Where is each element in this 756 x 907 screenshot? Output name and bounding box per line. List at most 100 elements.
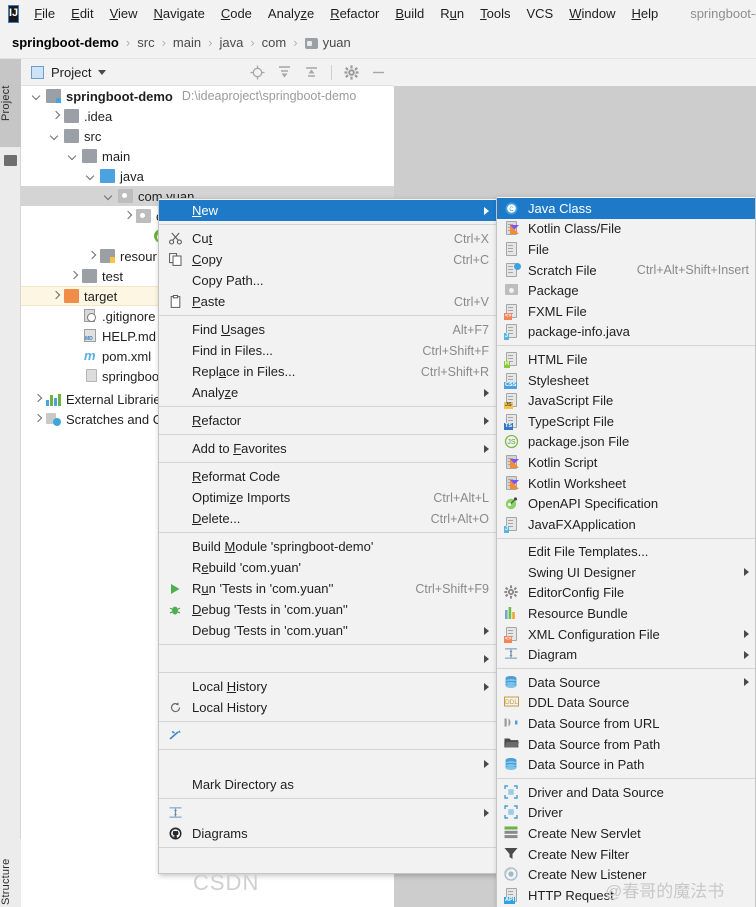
submenu-item-stylesheet[interactable]: CSS Stylesheet: [497, 370, 755, 391]
submenu-item-scratch-file[interactable]: Scratch File Ctrl+Alt+Shift+Insert: [497, 260, 755, 281]
context-menu-item-find-usages[interactable]: Find Usages Alt+F7: [159, 319, 497, 340]
submenu-item-kotlin-script[interactable]: Kotlin Script: [497, 452, 755, 473]
submenu-item-create-new-servlet[interactable]: Create New Servlet: [497, 823, 755, 844]
submenu-item-resource-bundle[interactable]: Resource Bundle: [497, 603, 755, 624]
submenu-item-data-source[interactable]: Data Source: [497, 672, 755, 693]
expand-all-icon[interactable]: [277, 65, 292, 80]
submenu-item-xml-configuration-file[interactable]: <> XML Configuration File: [497, 624, 755, 645]
tool-window-button-structure[interactable]: Structure: [0, 839, 21, 907]
context-menu-item-copy[interactable]: Copy Ctrl+C: [159, 249, 497, 270]
chevron-closed-icon[interactable]: [33, 395, 42, 404]
context-menu-item-cut[interactable]: Cut Ctrl+X: [159, 228, 497, 249]
chevron-closed-icon[interactable]: [123, 212, 132, 221]
tree-row-java[interactable]: java: [21, 166, 394, 186]
tree-row-idea[interactable]: .idea: [21, 106, 394, 126]
submenu-item-package-json-file[interactable]: JS package.json File: [497, 432, 755, 453]
submenu-item-kotlin-worksheet[interactable]: Kotlin Worksheet: [497, 473, 755, 494]
breadcrumb-item-3[interactable]: java: [219, 35, 243, 50]
breadcrumb-item-4[interactable]: com: [262, 35, 287, 50]
submenu-item-ddl-data-source[interactable]: DDL DDL Data Source: [497, 693, 755, 714]
breadcrumb-item-1[interactable]: src: [137, 35, 154, 50]
submenu-item-openapi-specification[interactable]: OpenAPI Specification: [497, 493, 755, 514]
menu-run[interactable]: Run: [432, 3, 472, 24]
hide-panel-icon[interactable]: [371, 65, 386, 80]
context-menu-item-reformat-code[interactable]: Reformat Code: [159, 466, 497, 487]
submenu-item-html-file[interactable]: H HTML File: [497, 349, 755, 370]
context-menu-item-convert-java-to-kotlin[interactable]: [159, 851, 497, 872]
context-menu-item-create-gist[interactable]: Diagrams: [159, 823, 497, 844]
submenu-item-javascript-file[interactable]: JS JavaScript File: [497, 390, 755, 411]
submenu-item-driver[interactable]: Driver: [497, 803, 755, 824]
submenu-item-diagram[interactable]: Diagram: [497, 644, 755, 665]
submenu-item-data-source-from-url[interactable]: Data Source from URL: [497, 713, 755, 734]
chevron-open-icon[interactable]: [51, 132, 60, 141]
submenu-item-editorconfig-file[interactable]: EditorConfig File: [497, 583, 755, 604]
context-menu-item-find-in-files[interactable]: Find in Files... Ctrl+Shift+F: [159, 340, 497, 361]
menu-window[interactable]: Window: [561, 3, 623, 24]
menu-edit[interactable]: Edit: [63, 3, 101, 24]
context-menu-item-refactor[interactable]: Refactor: [159, 410, 497, 431]
context-menu-item-build-module[interactable]: Build Module 'springboot-demo': [159, 536, 497, 557]
chevron-closed-icon[interactable]: [69, 272, 78, 281]
tree-row-springboot-demo[interactable]: springboot-demo D:\ideaproject\springboo…: [21, 86, 394, 106]
context-menu-item-mark-directory-as[interactable]: [159, 753, 497, 774]
context-menu-item-paste[interactable]: Paste Ctrl+V: [159, 291, 497, 312]
submenu-item-javafx-application[interactable]: J JavaFXApplication: [497, 514, 755, 535]
submenu-item-driver-and-data-source[interactable]: Driver and Data Source: [497, 782, 755, 803]
chevron-closed-icon[interactable]: [51, 292, 60, 301]
menu-navigate[interactable]: Navigate: [146, 3, 213, 24]
context-menu-item-open-in[interactable]: [159, 648, 497, 669]
submenu-item-data-source-from-path[interactable]: Data Source from Path: [497, 734, 755, 755]
breadcrumb-item-5[interactable]: yuan: [323, 35, 351, 50]
context-menu-item-local-history[interactable]: Local History: [159, 676, 497, 697]
context-menu-item-new[interactable]: New: [159, 200, 497, 221]
submenu-item-create-new-listener[interactable]: Create New Listener: [497, 864, 755, 885]
menu-vcs[interactable]: VCS: [518, 3, 561, 24]
submenu-item-data-source-in-path[interactable]: Data Source in Path: [497, 754, 755, 775]
menu-refactor[interactable]: Refactor: [322, 3, 387, 24]
chevron-open-icon[interactable]: [87, 172, 96, 181]
menu-tools[interactable]: Tools: [472, 3, 518, 24]
context-menu-item-analyze[interactable]: Analyze: [159, 382, 497, 403]
context-menu-item-copy-path[interactable]: Copy Path...: [159, 270, 497, 291]
gear-icon[interactable]: [344, 64, 359, 80]
context-menu-item-replace-in-files[interactable]: Replace in Files... Ctrl+Shift+R: [159, 361, 497, 382]
submenu-item-edit-file-templates[interactable]: Edit File Templates...: [497, 542, 755, 563]
context-menu-item-delete[interactable]: Delete... Ctrl+Alt+O: [159, 508, 497, 529]
chevron-open-icon[interactable]: [105, 192, 114, 201]
submenu-item-java-class[interactable]: C Java Class: [497, 198, 755, 219]
tool-window-button-project[interactable]: Project: [0, 59, 21, 147]
breadcrumb-item-2[interactable]: main: [173, 35, 201, 50]
submenu-item-package[interactable]: Package: [497, 280, 755, 301]
context-menu-item-more-run-debug[interactable]: Debug 'Tests in 'com.yuan'': [159, 620, 497, 641]
menu-view[interactable]: View: [102, 3, 146, 24]
context-menu-item-compare-with[interactable]: [159, 725, 497, 746]
context-menu-item-remove-bom[interactable]: Mark Directory as: [159, 774, 497, 795]
menu-help[interactable]: Help: [623, 3, 666, 24]
menu-code[interactable]: Code: [213, 3, 260, 24]
context-menu-item-diagrams[interactable]: [159, 802, 497, 823]
submenu-item-http-request[interactable]: API HTTP Request: [497, 885, 755, 906]
menu-file[interactable]: File: [26, 3, 63, 24]
locate-icon[interactable]: [250, 65, 265, 80]
chevron-open-icon[interactable]: [33, 92, 42, 101]
collapse-all-icon[interactable]: [304, 65, 319, 80]
tree-row-src[interactable]: src: [21, 126, 394, 146]
project-folder-icon[interactable]: [4, 155, 17, 166]
submenu-item-package-info-java[interactable]: J package-info.java: [497, 322, 755, 343]
context-menu-item-add-to-favorites[interactable]: Add to Favorites: [159, 438, 497, 459]
chevron-closed-icon[interactable]: [33, 415, 42, 424]
submenu-item-kotlin-class-file[interactable]: Kotlin Class/File: [497, 219, 755, 240]
chevron-closed-icon[interactable]: [51, 112, 60, 121]
tree-row-main[interactable]: main: [21, 146, 394, 166]
submenu-item-swing-ui-designer[interactable]: Swing UI Designer: [497, 562, 755, 583]
context-menu-item-reload-from-disk[interactable]: Local History: [159, 697, 497, 718]
context-menu-item-debug-tests[interactable]: Debug 'Tests in 'com.yuan'': [159, 599, 497, 620]
context-menu-item-optimize-imports[interactable]: Optimize Imports Ctrl+Alt+L: [159, 487, 497, 508]
menu-analyze[interactable]: Analyze: [260, 3, 322, 24]
context-menu-item-run-tests[interactable]: Run 'Tests in 'com.yuan'' Ctrl+Shift+F9: [159, 578, 497, 599]
chevron-closed-icon[interactable]: [87, 252, 96, 261]
submenu-item-fxml-file[interactable]: <> FXML File: [497, 301, 755, 322]
submenu-item-typescript-file[interactable]: TS TypeScript File: [497, 411, 755, 432]
chevron-open-icon[interactable]: [69, 152, 78, 161]
